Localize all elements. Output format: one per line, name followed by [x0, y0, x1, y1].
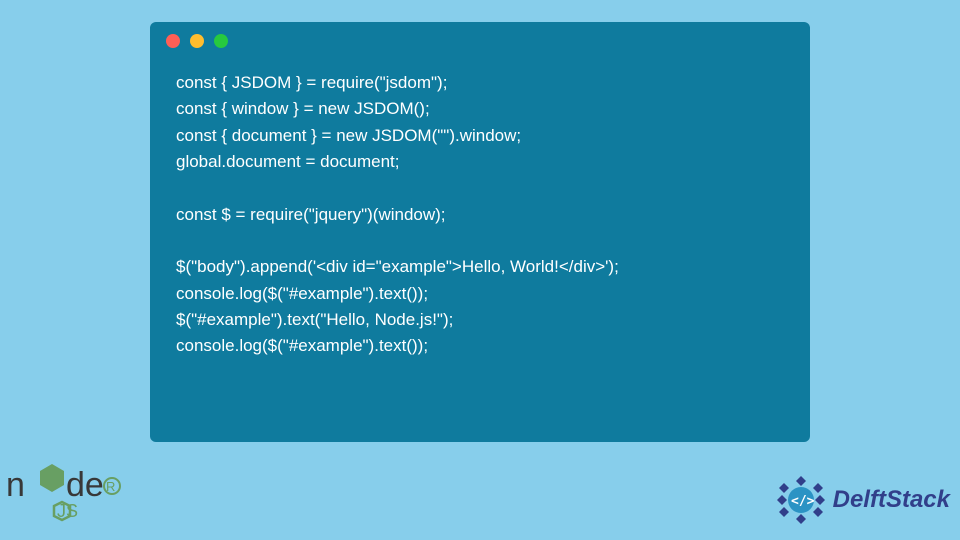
window-controls — [150, 22, 810, 60]
code-line: $("#example").text("Hello, Node.js!"); — [176, 310, 453, 329]
svg-text:R: R — [106, 479, 115, 494]
code-line: const $ = require("jquery")(window); — [176, 205, 446, 224]
svg-text:n: n — [6, 466, 25, 504]
code-content: const { JSDOM } = require("jsdom"); cons… — [150, 60, 810, 370]
minimize-icon — [190, 34, 204, 48]
svg-text:de: de — [66, 466, 104, 504]
code-line: const { window } = new JSDOM(); — [176, 99, 430, 118]
svg-text:JS: JS — [57, 501, 78, 521]
code-line: const { document } = new JSDOM("").windo… — [176, 126, 521, 145]
code-line: console.log($("#example").text()); — [176, 284, 428, 303]
close-icon — [166, 34, 180, 48]
nodejs-logo: n de R JS — [6, 458, 131, 530]
delftstack-badge-icon: </> — [773, 472, 829, 528]
nodejs-icon: n de R JS — [6, 458, 131, 530]
maximize-icon — [214, 34, 228, 48]
code-line: global.document = document; — [176, 152, 400, 171]
delftstack-logo: </> DelftStack — [773, 472, 950, 528]
code-line: const { JSDOM } = require("jsdom"); — [176, 73, 447, 92]
svg-text:</>: </> — [791, 494, 815, 509]
delftstack-label: DelftStack — [833, 486, 950, 514]
code-line: $("body").append('<div id="example">Hell… — [176, 257, 619, 276]
code-window: const { JSDOM } = require("jsdom"); cons… — [150, 22, 810, 442]
code-line: console.log($("#example").text()); — [176, 336, 428, 355]
